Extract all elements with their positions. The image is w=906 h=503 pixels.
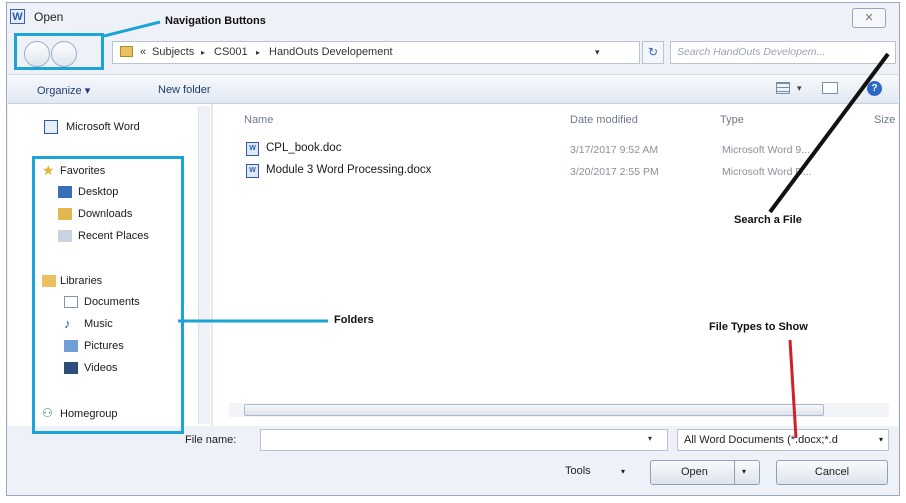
annotation-folders: Folders [334,314,374,326]
annotation-file-types: File Types to Show [709,321,808,333]
annotation-navigation-buttons: Navigation Buttons [165,15,266,27]
filetype-annotation-arrow [788,339,798,439]
folders-highlight [32,156,184,434]
nav-annotation-line [103,20,161,38]
annotation-search-a-file: Search a File [734,214,802,226]
search-annotation-arrow [768,52,890,214]
